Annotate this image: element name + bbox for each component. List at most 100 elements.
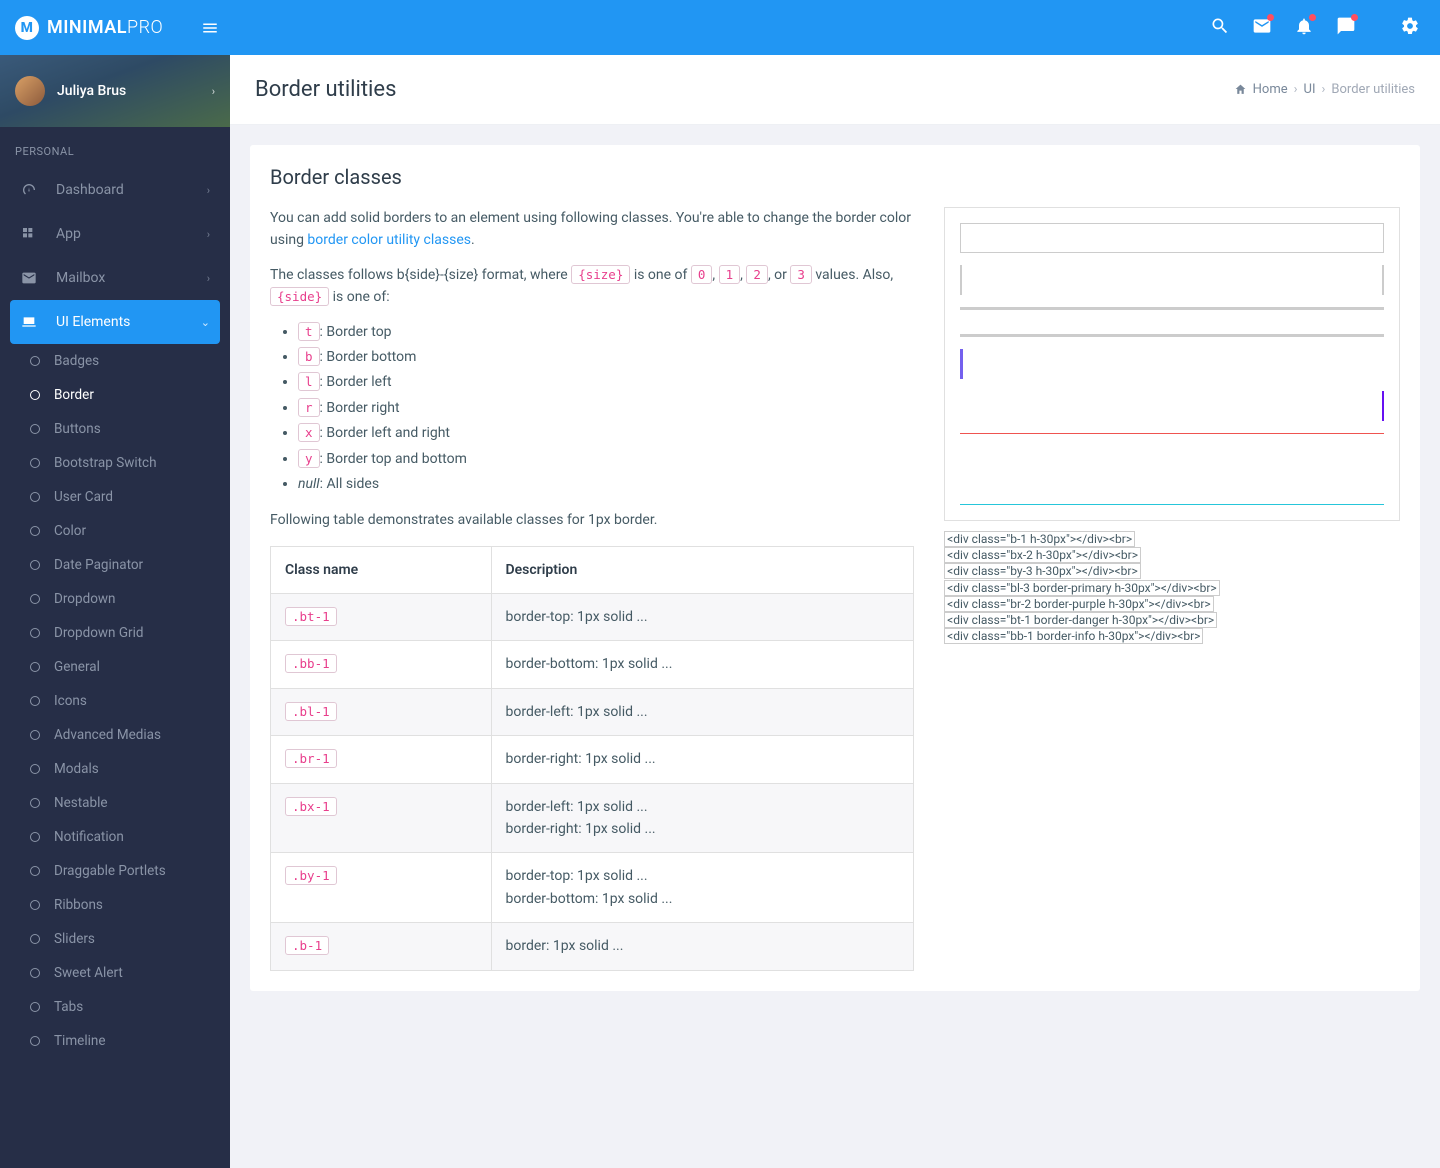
- sidebar-item-label: Mailbox: [56, 270, 105, 286]
- link-color-utilities[interactable]: border color utility classes: [307, 232, 471, 248]
- sidebar-subitem[interactable]: Nestable: [0, 786, 230, 820]
- circle-icon: [30, 866, 40, 876]
- circle-icon: [30, 1036, 40, 1046]
- table-row: .by-1border-top: 1px solid ...border-bot…: [271, 853, 914, 923]
- circle-icon: [30, 492, 40, 502]
- circle-icon: [30, 764, 40, 774]
- circle-icon: [30, 730, 40, 740]
- content-area: Border utilities Home › UI › Border util…: [230, 55, 1440, 991]
- sidebar-subitem[interactable]: Badges: [0, 344, 230, 378]
- circle-icon: [30, 1002, 40, 1012]
- sidebar-item-dashboard[interactable]: Dashboard ›: [0, 168, 230, 212]
- breadcrumb-mid[interactable]: UI: [1304, 82, 1316, 97]
- avatar: [15, 76, 45, 106]
- sidebar-subitem[interactable]: Border: [0, 378, 230, 412]
- sidebar-subitem[interactable]: Icons: [0, 684, 230, 718]
- sidebar-item-label: Icons: [54, 693, 87, 709]
- sidebar-user[interactable]: Juliya Brus ›: [0, 55, 230, 127]
- breadcrumb-home[interactable]: Home: [1253, 82, 1288, 97]
- demo-bt-1-danger: [960, 433, 1384, 463]
- table-row: .bt-1border-top: 1px solid ...: [271, 594, 914, 641]
- app-icon: [20, 226, 38, 242]
- sidebar-item-label: UI Elements: [56, 314, 130, 330]
- circle-icon: [30, 424, 40, 434]
- brand-logo[interactable]: M MINIMALPRO: [0, 16, 190, 40]
- sidebar-item-label: Buttons: [54, 421, 101, 437]
- sidebar-subitem[interactable]: Dropdown Grid: [0, 616, 230, 650]
- sidebar-item-label: Tabs: [54, 999, 83, 1015]
- sidebar-subitem[interactable]: Timeline: [0, 1024, 230, 1058]
- code-sample: <div class="b-1 h-30px"></div><br> <div …: [944, 531, 1400, 644]
- circle-icon: [30, 900, 40, 910]
- circle-icon: [30, 390, 40, 400]
- border-side-def: b: Border bottom: [298, 346, 914, 368]
- chat-icon[interactable]: [1336, 16, 1356, 40]
- table-row: .br-1border-right: 1px solid ...: [271, 736, 914, 783]
- sidebar-item-label: Dashboard: [56, 182, 124, 198]
- sidebar-subitem[interactable]: Tabs: [0, 990, 230, 1024]
- table-row: .bx-1border-left: 1px solid ...border-ri…: [271, 783, 914, 853]
- gear-icon[interactable]: [1400, 16, 1420, 40]
- border-side-def: null: All sides: [298, 473, 914, 495]
- sidebar-item-label: Modals: [54, 761, 99, 777]
- sidebar-subitem[interactable]: Sliders: [0, 922, 230, 956]
- chevron-right-icon: ›: [207, 272, 210, 285]
- circle-icon: [30, 458, 40, 468]
- sidebar-subitem[interactable]: Dropdown: [0, 582, 230, 616]
- sidebar-subitem[interactable]: Notification: [0, 820, 230, 854]
- sidebar-item-label: Advanced Medias: [54, 727, 161, 743]
- sidebar-subitem[interactable]: Buttons: [0, 412, 230, 446]
- sidebar-item-label: General: [54, 659, 100, 675]
- demo-br-2-purple: [960, 391, 1384, 421]
- border-side-def: x: Border left and right: [298, 422, 914, 444]
- border-classes-table: Class name Description .bt-1border-top: …: [270, 546, 914, 971]
- demo-b-1: [960, 223, 1384, 253]
- topbar-actions: [1210, 16, 1440, 40]
- sidebar-item-label: Color: [54, 523, 86, 539]
- mail-icon[interactable]: [1252, 16, 1272, 40]
- sidebar-subitem[interactable]: Ribbons: [0, 888, 230, 922]
- circle-icon: [30, 832, 40, 842]
- search-icon[interactable]: [1210, 16, 1230, 40]
- mailbox-icon: [20, 270, 38, 286]
- page-header: Border utilities Home › UI › Border util…: [230, 55, 1440, 125]
- sidebar-item-label: Notification: [54, 829, 124, 845]
- circle-icon: [30, 356, 40, 366]
- sidebar: Juliya Brus › PERSONAL Dashboard›App›Mai…: [0, 55, 230, 1168]
- sidebar-subitem[interactable]: Bootstrap Switch: [0, 446, 230, 480]
- sidebar-subitem[interactable]: Color: [0, 514, 230, 548]
- sidebar-subitem[interactable]: Draggable Portlets: [0, 854, 230, 888]
- sidebar-item-label: Bootstrap Switch: [54, 455, 157, 471]
- sidebar-subitem[interactable]: Advanced Medias: [0, 718, 230, 752]
- home-icon: [1234, 82, 1247, 97]
- sidebar-item-mailbox[interactable]: Mailbox ›: [0, 256, 230, 300]
- sidebar-item-label: Sweet Alert: [54, 965, 123, 981]
- brand-text: MINIMALPRO: [47, 17, 163, 38]
- sidebar-subitem[interactable]: Modals: [0, 752, 230, 786]
- dashboard-icon: [20, 182, 38, 198]
- sidebar-item-label: Timeline: [54, 1033, 106, 1049]
- th-class: Class name: [271, 546, 492, 593]
- sidebar-item-app[interactable]: App›: [0, 212, 230, 256]
- sidebar-item-ui[interactable]: UI Elements ⌄: [10, 300, 220, 344]
- sidebar-item-label: Dropdown Grid: [54, 625, 144, 641]
- sidebar-item-label: Dropdown: [54, 591, 116, 607]
- sidebar-subitem[interactable]: Date Paginator: [0, 548, 230, 582]
- chevron-down-icon: ⌄: [201, 316, 210, 329]
- page-title: Border utilities: [255, 77, 396, 102]
- logo-icon: M: [15, 16, 39, 40]
- sidebar-item-label: Border: [54, 387, 94, 403]
- circle-icon: [30, 526, 40, 536]
- circle-icon: [30, 594, 40, 604]
- chevron-right-icon: ›: [207, 184, 210, 197]
- sidebar-item-label: Nestable: [54, 795, 108, 811]
- border-side-def: r: Border right: [298, 397, 914, 419]
- demo-bb-1-info: [960, 475, 1384, 505]
- demo-by-3: [960, 307, 1384, 337]
- sidebar-subitem[interactable]: Sweet Alert: [0, 956, 230, 990]
- bell-icon[interactable]: [1294, 16, 1314, 40]
- sidebar-subitem[interactable]: User Card: [0, 480, 230, 514]
- sidebar-subitem[interactable]: General: [0, 650, 230, 684]
- breadcrumb: Home › UI › Border utilities: [1234, 82, 1415, 97]
- menu-toggle-icon[interactable]: [190, 19, 230, 37]
